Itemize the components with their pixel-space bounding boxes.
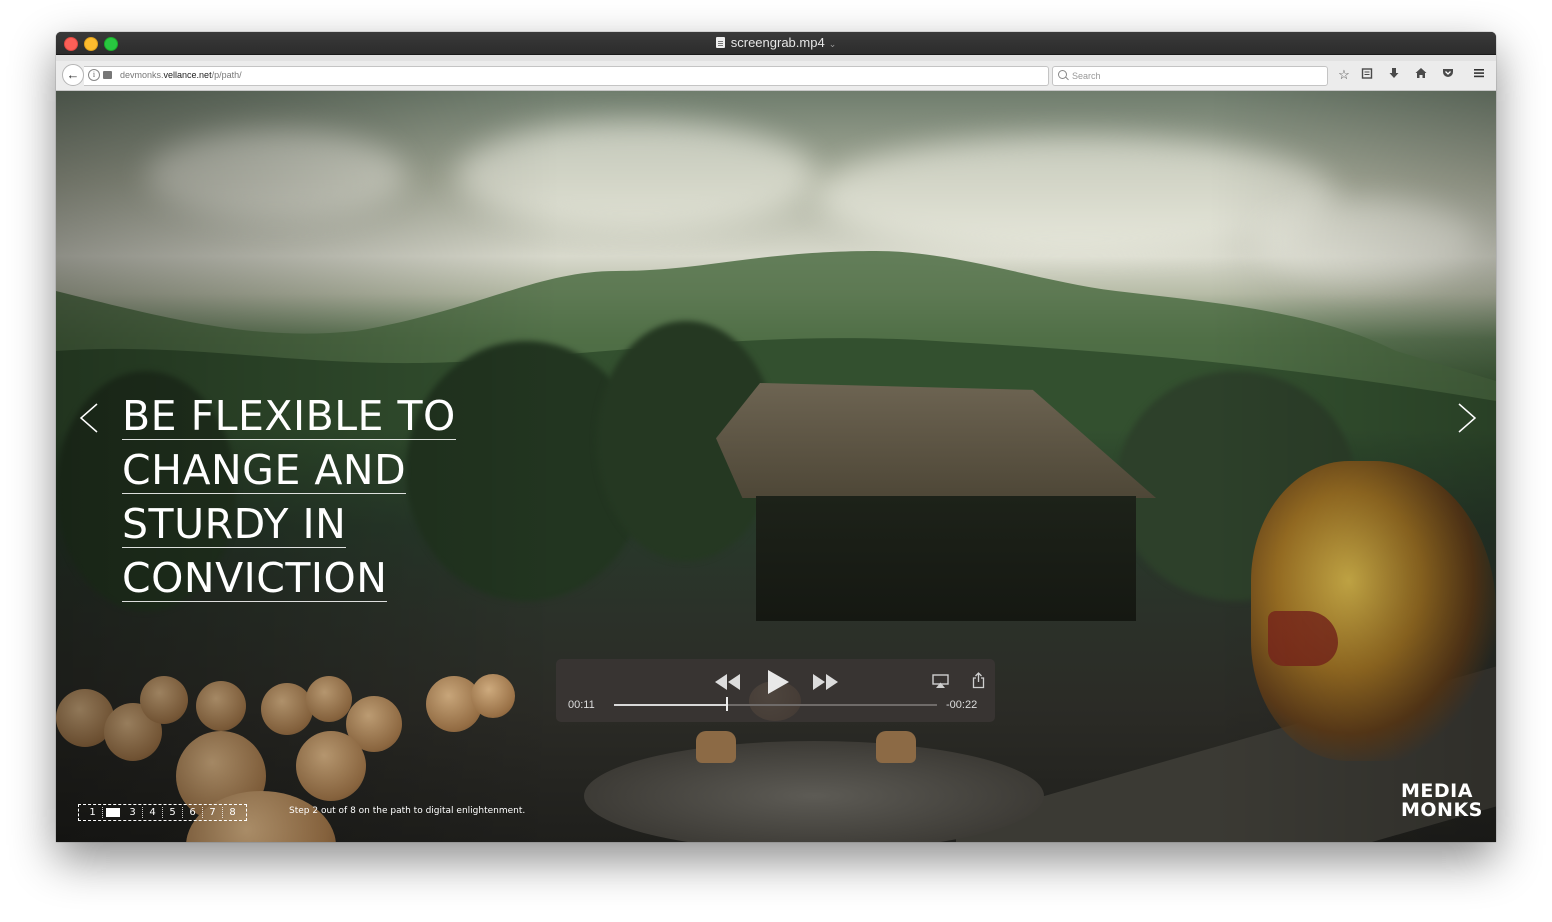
window-title-text: screengrab.mp4 [730,35,825,50]
mediamonks-logo[interactable]: MEDIA MONKS [1401,782,1483,820]
video-controls: 00:11 -00:22 [556,659,995,722]
title-bar: screengrab.mp4 ⌄ [56,32,1496,55]
url-bar[interactable]: i devmonks.vellance.net/p/path/ ↻ [84,66,1062,86]
pager-item-6[interactable]: 6 [183,807,203,818]
share-icon[interactable] [972,672,985,689]
monk-figure [471,674,515,718]
browser-window: screengrab.mp4 ⌄ ← i devmonks.vellance.ne… [56,32,1496,842]
chevron-down-icon: ⌄ [828,39,837,49]
temple [756,496,1136,621]
monk-figure [696,731,736,763]
pager-item-3[interactable]: 3 [123,807,143,818]
dragon-mouth [1268,611,1338,666]
back-button[interactable]: ← [62,64,84,86]
fast-forward-icon[interactable] [811,672,839,692]
url-path: /p/path/ [211,70,242,80]
info-icon[interactable]: i [88,69,100,81]
headline-line-2[interactable]: CHANGE AND [122,447,407,494]
round-platform [584,741,1044,842]
scrubber-progress [614,704,728,706]
star-icon[interactable]: ☆ [1335,66,1353,84]
document-icon [715,37,725,48]
window-title[interactable]: screengrab.mp4 ⌄ [56,35,1496,50]
pager-item-5[interactable]: 5 [163,807,183,818]
monk-figure [306,676,352,722]
menu-icon[interactable] [1470,66,1488,84]
cloud [456,121,816,231]
monk-figure [296,731,366,801]
headline[interactable]: BE FLEXIBLE TO CHANGE AND STURDY IN CONV… [122,391,456,607]
step-caption: Step 2 out of 8 on the path to digital e… [289,806,526,816]
pager-item-2[interactable]: 2 [106,808,120,819]
home-icon[interactable] [1412,66,1430,84]
download-icon[interactable] [1385,66,1403,84]
search-input[interactable]: Search [1052,66,1328,86]
brand-line-2: MONKS [1401,799,1483,821]
play-icon[interactable] [765,669,791,695]
search-placeholder: Search [1072,71,1101,81]
scrubber-handle[interactable] [726,697,729,711]
monk-figure [261,683,313,735]
monk-figure [140,676,188,724]
tab-strip [56,55,1496,61]
cloud [146,131,406,221]
rewind-icon[interactable] [714,672,742,692]
previous-arrow-icon[interactable] [78,403,100,433]
next-arrow-icon[interactable] [1456,403,1478,433]
reading-list-icon[interactable] [1358,66,1376,84]
back-icon: ← [66,67,80,82]
search-icon [1058,70,1067,79]
current-time: 00:11 [568,699,595,711]
pocket-icon[interactable] [1439,66,1457,84]
lock-icon [103,71,112,79]
headline-line-4[interactable]: CONVICTION [122,555,388,602]
airplay-icon[interactable] [932,674,949,689]
url-host-prefix: devmonks. [120,70,164,80]
url-host: vellance.net [163,70,212,80]
headline-line-1[interactable]: BE FLEXIBLE TO [122,393,456,440]
step-pager: 1 2 3 4 5 6 7 8 [78,804,247,821]
headline-line-3[interactable]: STURDY IN [122,501,347,548]
pager-item-7[interactable]: 7 [203,807,223,818]
navigation-bar: ← i devmonks.vellance.net/p/path/ ↻ Sear… [56,55,1496,91]
pager-item-8[interactable]: 8 [223,807,242,818]
monk-figure [196,681,246,731]
remaining-time: -00:22 [946,699,978,711]
scrubber-track[interactable] [614,704,937,706]
url-text[interactable]: devmonks.vellance.net/p/path/ [120,70,242,80]
video-frame[interactable]: BE FLEXIBLE TO CHANGE AND STURDY IN CONV… [56,91,1496,842]
monk-figure [876,731,916,763]
pager-item-4[interactable]: 4 [143,807,163,818]
pager-item-1[interactable]: 1 [83,807,103,818]
